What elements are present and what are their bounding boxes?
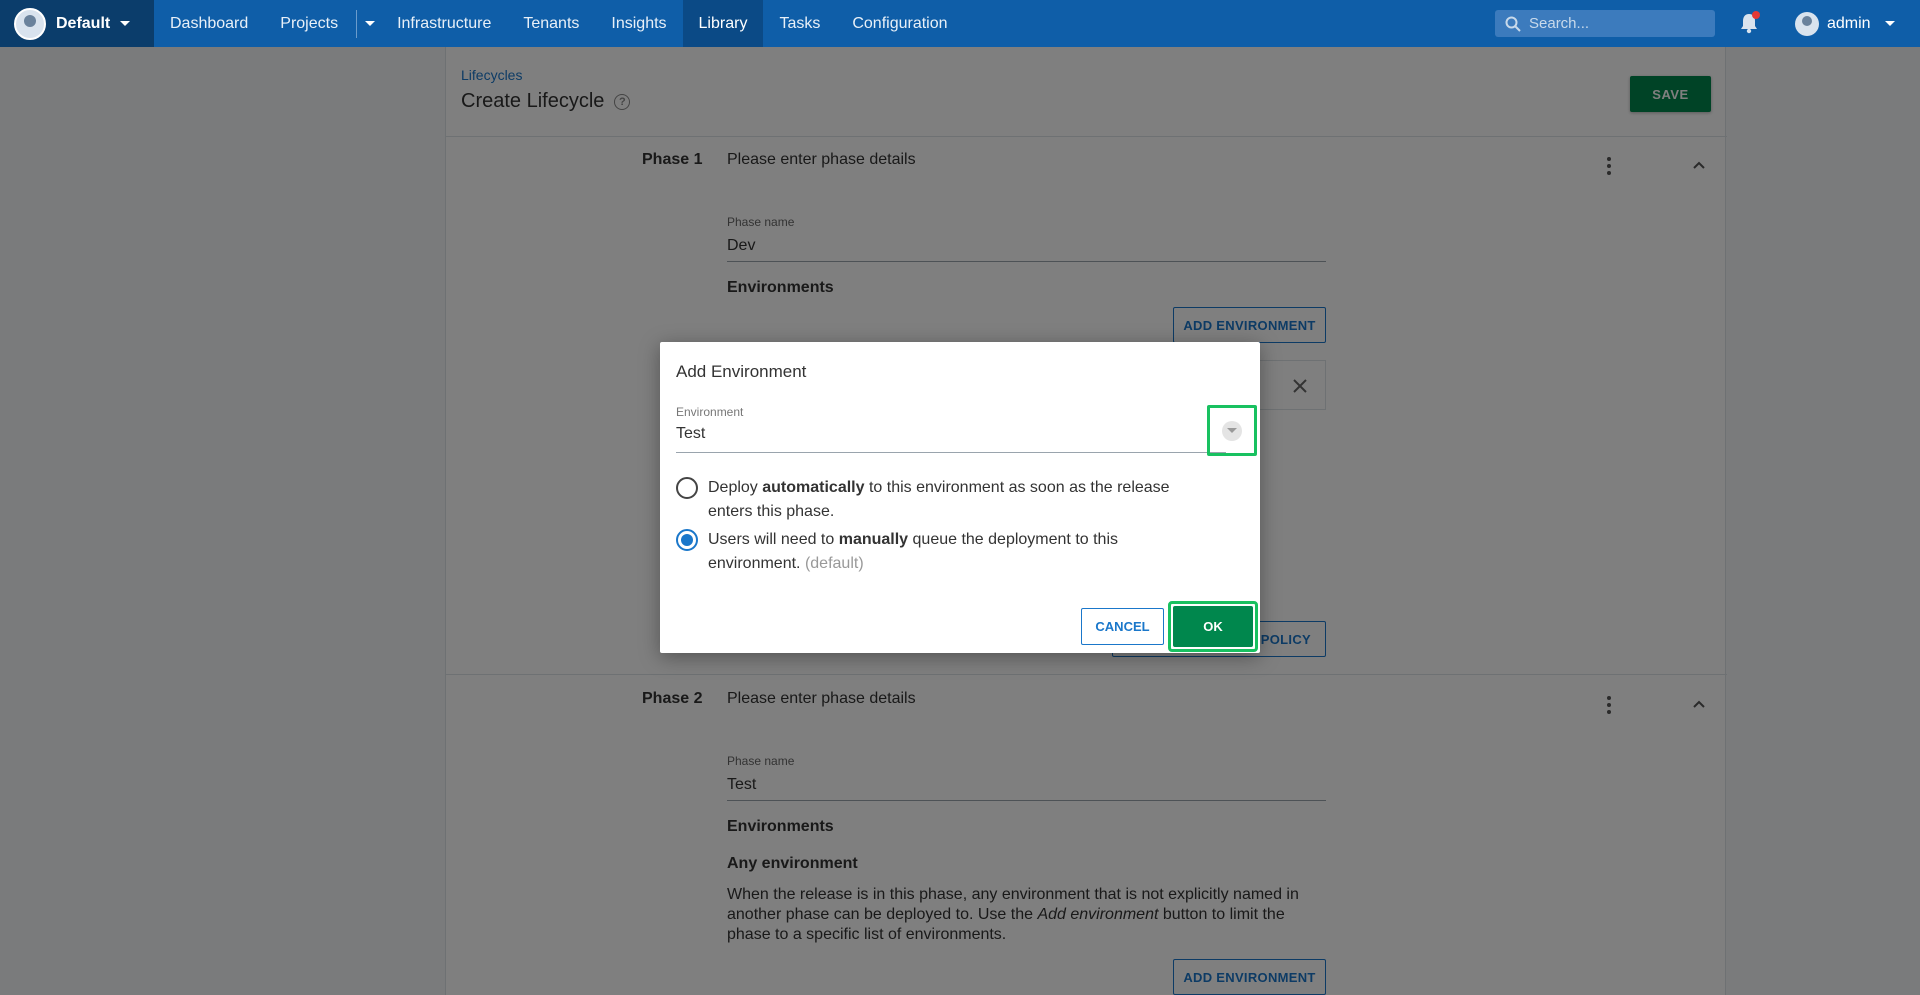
environment-select[interactable]: Test: [676, 425, 705, 443]
nav-infrastructure[interactable]: Infrastructure: [381, 0, 507, 47]
default-hint: (default): [804, 555, 864, 572]
option-text: Users will need to: [708, 531, 839, 548]
space-logo-icon: [14, 7, 46, 40]
option-text: Deploy: [708, 479, 763, 496]
nav-tenants[interactable]: Tenants: [507, 0, 595, 47]
option-emphasis: automatically: [762, 479, 865, 496]
space-name: Default: [56, 14, 111, 32]
top-navigation: Default Dashboard Projects Infrastructur…: [0, 0, 1920, 47]
search-input[interactable]: Search...: [1495, 10, 1715, 37]
notifications-button[interactable]: [1740, 11, 1760, 39]
radio-automatic[interactable]: [676, 477, 698, 499]
avatar: [1795, 11, 1819, 36]
deploy-manually-option[interactable]: Users will need to manually queue the de…: [676, 528, 1188, 576]
select-underline: [676, 452, 1226, 453]
nav-projects[interactable]: Projects: [264, 0, 354, 47]
search-placeholder: Search...: [1529, 15, 1590, 32]
chevron-down-icon: [1222, 420, 1242, 441]
option-emphasis: manually: [838, 531, 909, 548]
chevron-down-icon: [120, 21, 131, 26]
nav-dashboard[interactable]: Dashboard: [154, 0, 264, 47]
chevron-down-icon: [1884, 21, 1895, 26]
notification-badge: [1752, 11, 1760, 19]
chevron-down-icon: [365, 21, 376, 26]
environment-dropdown-toggle[interactable]: [1207, 405, 1257, 456]
nav-tasks[interactable]: Tasks: [763, 0, 836, 47]
user-menu[interactable]: admin: [1795, 0, 1895, 47]
add-environment-dialog: Add Environment Environment Test Deploy …: [660, 342, 1260, 653]
deploy-automatically-label: Deploy automatically to this environment…: [708, 476, 1188, 524]
environment-field-label: Environment: [676, 405, 744, 419]
deploy-manually-label: Users will need to manually queue the de…: [708, 528, 1188, 576]
nav-library[interactable]: Library: [682, 0, 764, 47]
user-name: admin: [1827, 14, 1871, 32]
nav-configuration[interactable]: Configuration: [836, 0, 963, 47]
nav-separator: [356, 9, 358, 38]
deploy-automatically-option[interactable]: Deploy automatically to this environment…: [676, 476, 1188, 524]
cancel-button[interactable]: CANCEL: [1081, 608, 1164, 645]
radio-manual[interactable]: [676, 529, 698, 551]
ok-button[interactable]: OK: [1168, 601, 1258, 652]
search-icon: [1505, 16, 1521, 32]
ok-button-label: OK: [1173, 606, 1253, 647]
dialog-title: Add Environment: [676, 362, 807, 381]
nav-insights[interactable]: Insights: [595, 0, 682, 47]
space-selector[interactable]: Default: [0, 0, 154, 47]
projects-dropdown-button[interactable]: [359, 0, 381, 47]
